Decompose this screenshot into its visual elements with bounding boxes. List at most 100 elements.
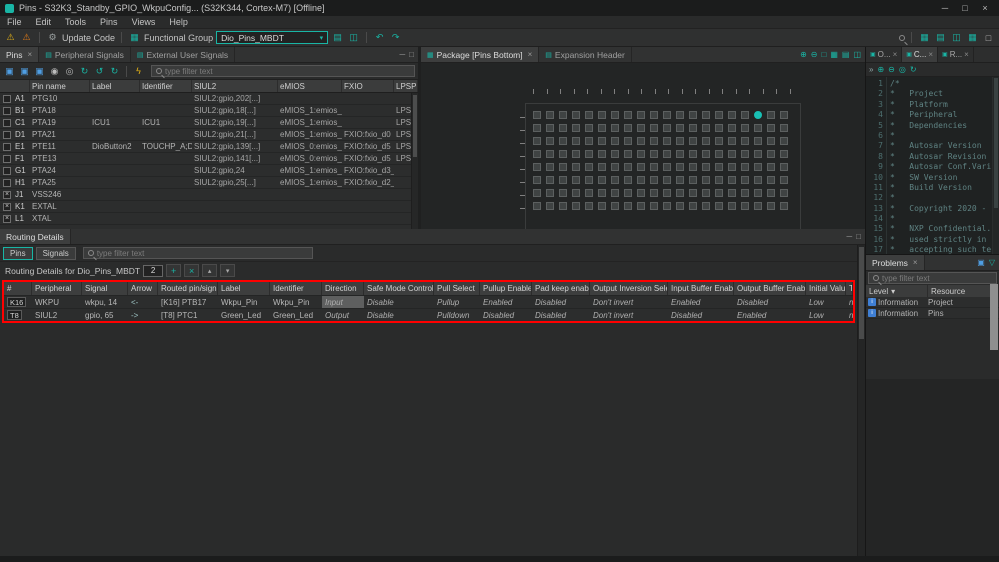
package-pin[interactable] <box>676 137 684 145</box>
package-pin[interactable] <box>780 163 788 171</box>
collapse-button[interactable]: ▴ <box>202 264 217 277</box>
perspective-icon[interactable]: □ <box>982 33 995 43</box>
package-pin[interactable] <box>572 124 580 132</box>
package-pin[interactable] <box>663 202 671 210</box>
package-pin[interactable] <box>741 111 749 119</box>
toggle-labels-icon[interactable]: ▤ <box>842 50 850 59</box>
package-view-icon[interactable]: ◫ <box>950 32 963 43</box>
package-pin[interactable] <box>702 111 710 119</box>
package-pin[interactable] <box>754 202 762 210</box>
tab-expansion-header[interactable]: ▤ Expansion Header <box>539 47 632 62</box>
refresh-icon[interactable]: ↻ <box>78 66 91 77</box>
pin-checkbox[interactable]: × <box>3 203 11 211</box>
package-pin[interactable] <box>754 111 762 119</box>
package-pin[interactable] <box>741 137 749 145</box>
search-icon[interactable] <box>899 35 905 41</box>
editor-tab[interactable]: ▣R...× <box>938 47 974 62</box>
routing-cell-output-inversion-select[interactable]: Don't invert <box>590 296 668 308</box>
package-pin[interactable] <box>780 202 788 210</box>
package-pin[interactable] <box>689 202 697 210</box>
package-pin[interactable] <box>676 111 684 119</box>
pin-row[interactable]: F1PTE13SIUL2:gpio,141[...]eMIOS_0:emios_… <box>0 153 418 165</box>
package-pin[interactable] <box>572 202 580 210</box>
package-pin[interactable] <box>715 111 723 119</box>
package-pin[interactable] <box>728 189 736 197</box>
package-pin[interactable] <box>650 111 658 119</box>
editor-tab[interactable]: ▣C...× <box>902 47 938 62</box>
package-pin[interactable] <box>546 189 554 197</box>
package-pin[interactable] <box>585 111 593 119</box>
zoom-in-icon[interactable]: ⊕ <box>800 50 807 59</box>
package-pin[interactable] <box>728 202 736 210</box>
package-pin[interactable] <box>533 163 541 171</box>
package-pin[interactable] <box>676 124 684 132</box>
pin-checkbox[interactable]: × <box>3 215 11 223</box>
package-pin[interactable] <box>611 189 619 197</box>
package-pin[interactable] <box>780 189 788 197</box>
package-pin[interactable] <box>663 137 671 145</box>
package-pin[interactable] <box>585 163 593 171</box>
package-pin[interactable] <box>689 163 697 171</box>
pins-view-icon[interactable]: ▤ <box>934 32 947 43</box>
editor-scrollbar[interactable] <box>992 77 999 254</box>
pin-row[interactable]: E1PTE11DioButton2TOUCHP_A;DioB...SIUL2:g… <box>0 141 418 153</box>
filter-icon[interactable]: ▽ <box>989 258 995 267</box>
problem-row[interactable]: iInformationPins <box>866 308 999 319</box>
package-pin[interactable] <box>624 202 632 210</box>
package-pin[interactable] <box>637 124 645 132</box>
package-pin[interactable] <box>598 150 606 158</box>
minimize-button[interactable]: ─ <box>936 3 954 13</box>
package-pin[interactable] <box>611 202 619 210</box>
package-pin[interactable] <box>715 124 723 132</box>
add-route-button[interactable]: + <box>166 264 181 277</box>
pin-checkbox[interactable] <box>3 131 11 139</box>
package-pin[interactable] <box>585 176 593 184</box>
package-pin[interactable] <box>754 176 762 184</box>
package-pin[interactable] <box>663 124 671 132</box>
package-pin[interactable] <box>663 111 671 119</box>
package-pin[interactable] <box>728 111 736 119</box>
package-pin[interactable] <box>533 176 541 184</box>
close-tab-icon[interactable]: × <box>913 258 918 267</box>
package-pin[interactable] <box>572 176 580 184</box>
package-pin[interactable] <box>572 163 580 171</box>
routing-count-input[interactable] <box>143 265 163 277</box>
menu-item-tools[interactable]: Tools <box>58 17 93 27</box>
routing-signals-tab[interactable]: Signals <box>36 247 76 260</box>
pin-row[interactable]: B1PTA18SIUL2:gpio,18[...]eMIOS_1:emios_.… <box>0 105 418 117</box>
alert-icon[interactable]: ⚠ <box>20 32 33 43</box>
routing-cell-output-buffer-enable[interactable]: Disabled <box>734 296 806 308</box>
tab-external-user-signals[interactable]: ▤ External User Signals <box>131 47 235 62</box>
package-pin[interactable] <box>702 189 710 197</box>
pin-checkbox[interactable] <box>3 95 11 103</box>
sync-icon[interactable]: ↻ <box>108 66 121 77</box>
peripherals-view-icon[interactable]: ▦ <box>918 32 931 43</box>
package-pin[interactable] <box>637 202 645 210</box>
package-pin[interactable] <box>611 150 619 158</box>
package-pin[interactable] <box>585 124 593 132</box>
warning-icon[interactable]: ⚠ <box>4 32 17 43</box>
package-pin[interactable] <box>533 150 541 158</box>
package-pin[interactable] <box>650 150 658 158</box>
package-pin[interactable] <box>728 163 736 171</box>
routing-cell-direction[interactable]: Output <box>322 309 364 321</box>
package-pin[interactable] <box>533 189 541 197</box>
package-pin[interactable] <box>663 176 671 184</box>
problem-row[interactable]: iInformationProject <box>866 297 999 308</box>
package-pin[interactable] <box>728 150 736 158</box>
pin-row[interactable]: C1PTA19ICU1ICU1SIUL2:gpio,19[...]eMIOS_1… <box>0 117 418 129</box>
menu-item-views[interactable]: Views <box>125 17 163 27</box>
minimize-panel-icon[interactable]: ─ <box>399 50 405 59</box>
package-pin[interactable] <box>533 124 541 132</box>
pin-row[interactable]: H1PTA25SIUL2:gpio,25[...]eMIOS_1:emios_.… <box>0 177 418 189</box>
pins-scrollbar[interactable] <box>411 93 418 229</box>
package-pin[interactable] <box>715 163 723 171</box>
package-pin[interactable] <box>624 189 632 197</box>
maximize-panel-icon[interactable]: □ <box>856 232 861 241</box>
group-by-icon[interactable]: ▣ <box>977 258 985 267</box>
pin-row[interactable]: ×K1EXTAL <box>0 201 418 213</box>
package-pin[interactable] <box>650 202 658 210</box>
package-pin[interactable] <box>559 176 567 184</box>
package-pin[interactable] <box>598 189 606 197</box>
routing-cell-pad-keep-enable[interactable]: Disabled <box>532 309 590 321</box>
